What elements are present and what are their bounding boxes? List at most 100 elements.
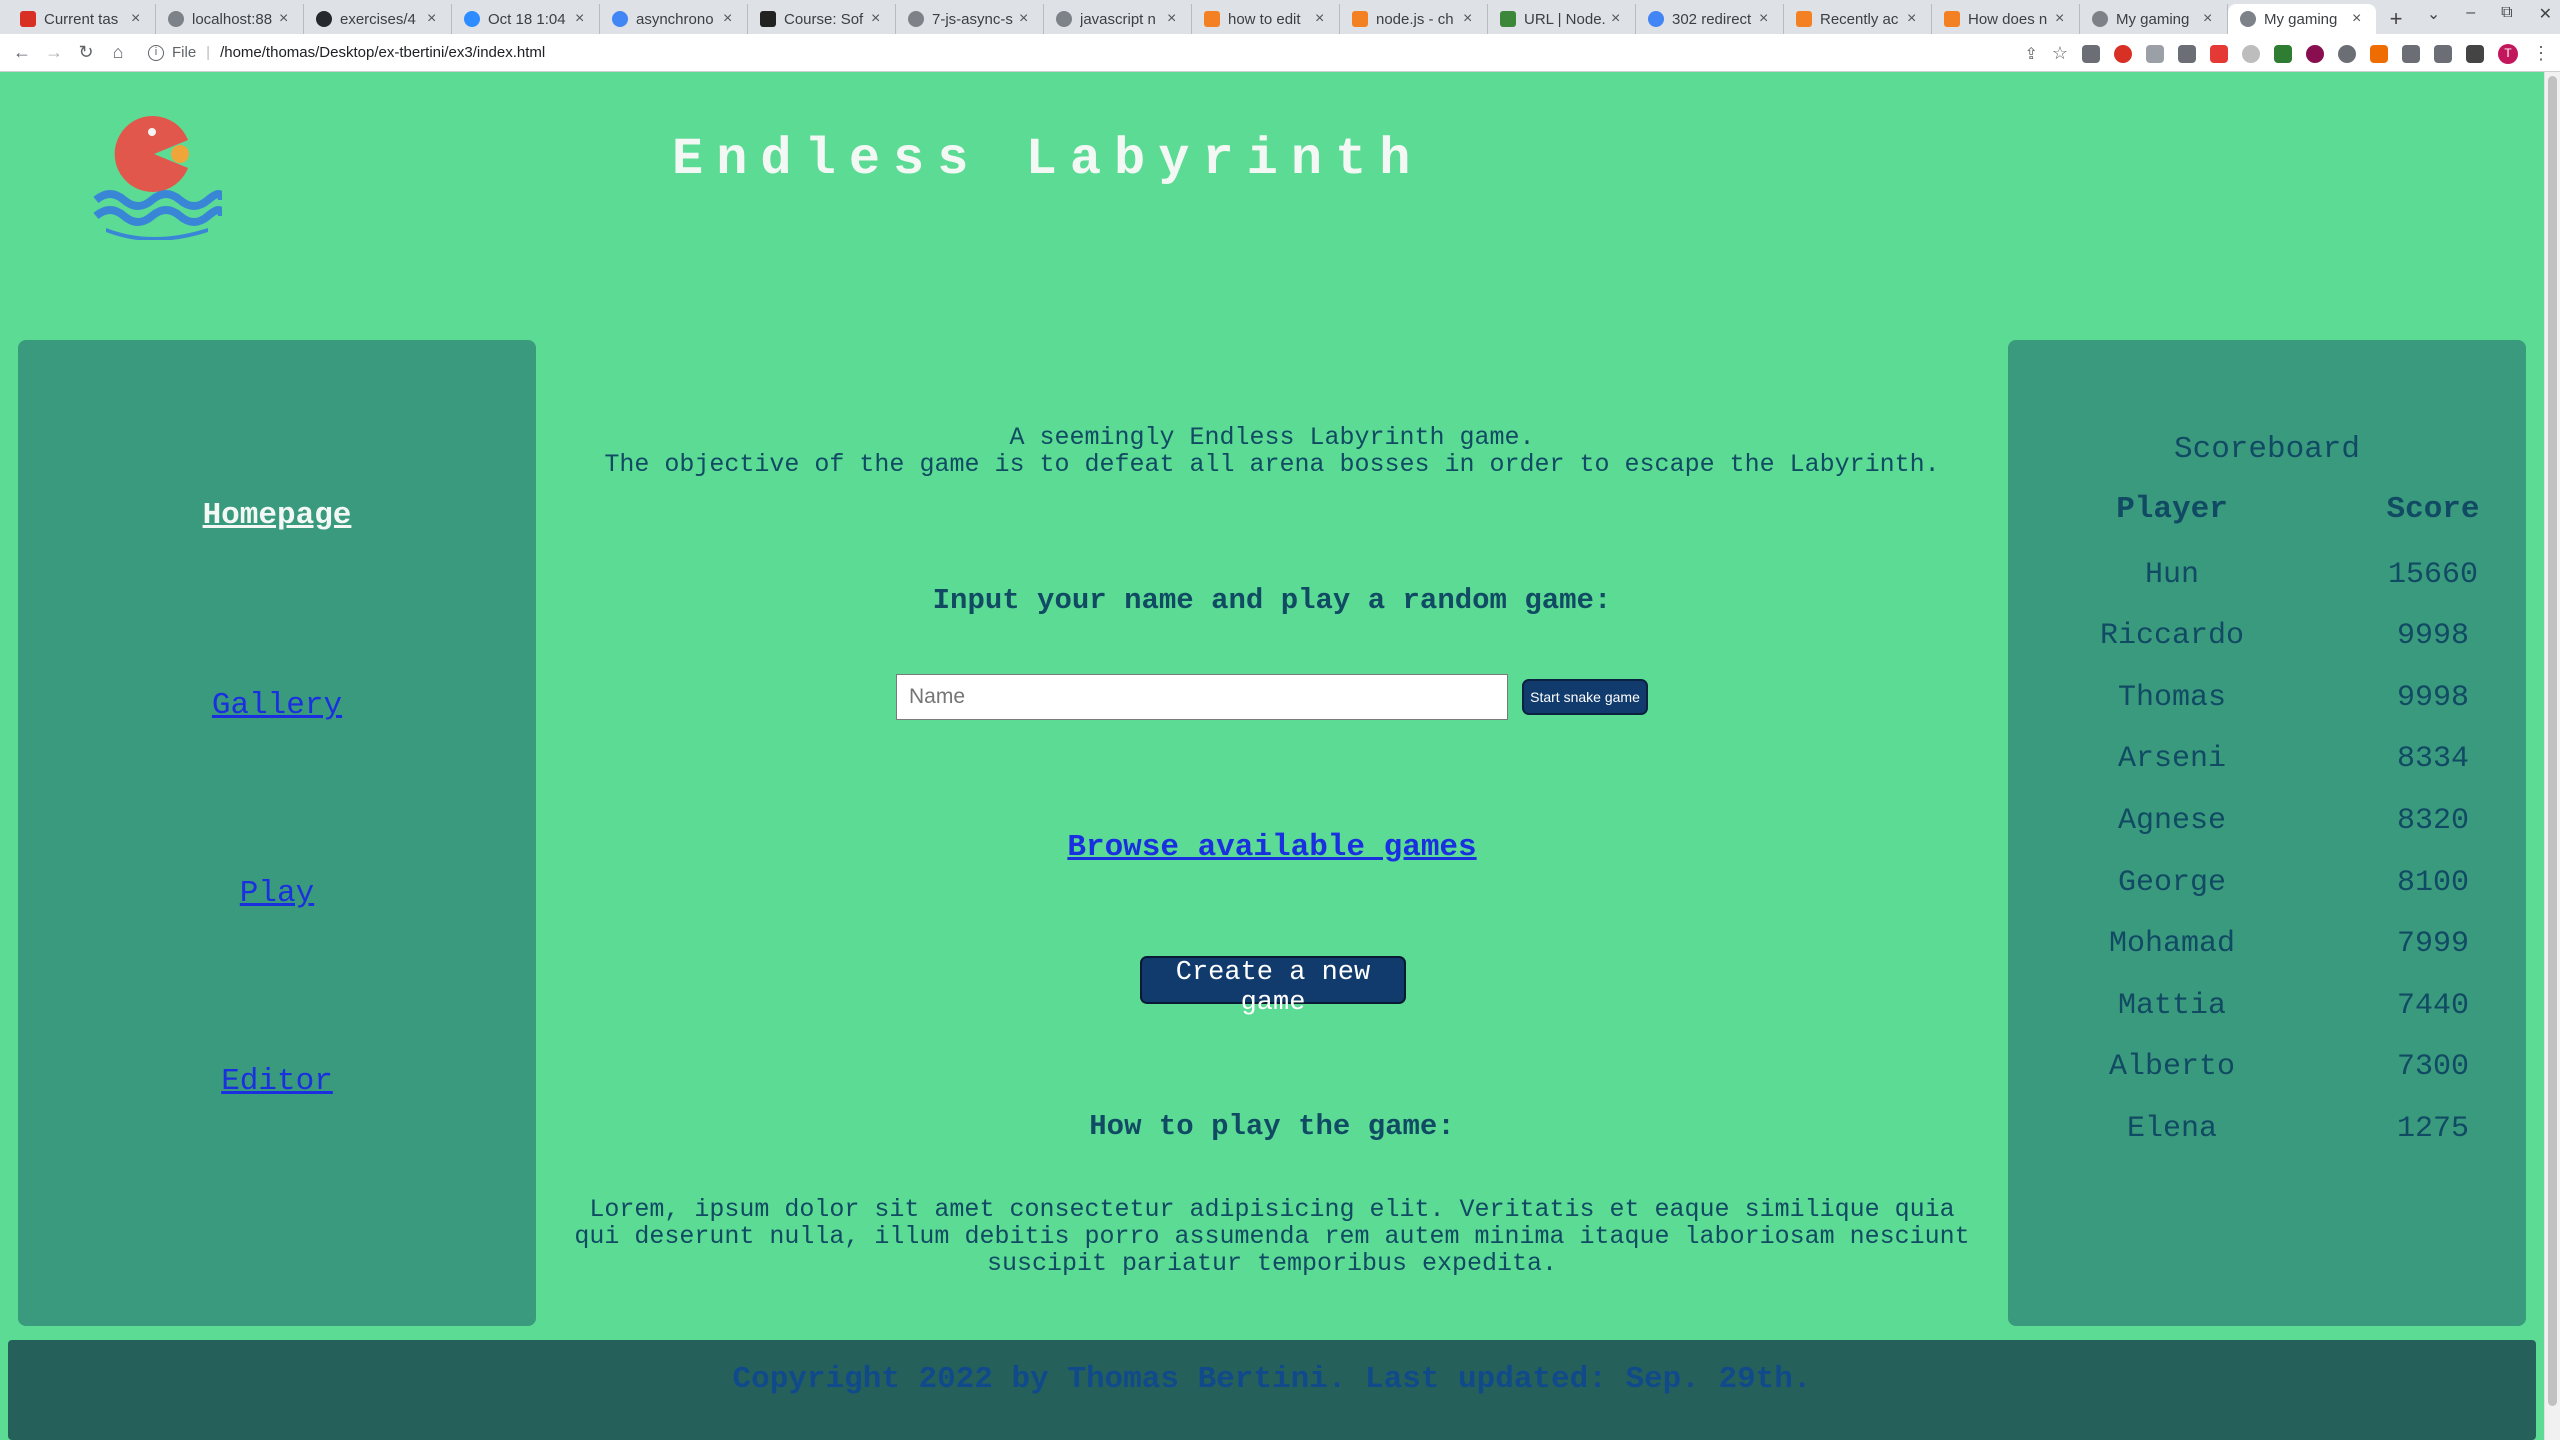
input-heading: Input your name and play a random game: [932, 584, 1612, 617]
player-name: Mattia [2117, 989, 2227, 1023]
extension-icon[interactable] [2338, 44, 2356, 63]
close-icon[interactable]: × [1019, 10, 1033, 28]
minimize-icon[interactable]: – [2466, 4, 2475, 24]
close-icon[interactable]: × [1167, 10, 1181, 28]
table-row: Agnese 8320 [2008, 804, 2526, 844]
extension-icon[interactable] [2370, 44, 2388, 63]
browse-games-link[interactable]: Browse available games [554, 830, 1990, 865]
extension-icon[interactable] [2146, 44, 2164, 63]
globe-icon [2092, 11, 2108, 27]
extension-icon[interactable] [2306, 44, 2324, 63]
close-icon[interactable]: × [1463, 10, 1477, 28]
browser-tab[interactable]: javascript n × [1044, 4, 1192, 34]
player-name: Hun [2144, 558, 2199, 592]
browser-tab[interactable]: URL | Node. × [1488, 4, 1636, 34]
page-scrollbar[interactable] [2544, 72, 2560, 1440]
scoreboard-title: Scoreboard [2173, 432, 2361, 467]
tab-search-icon[interactable]: ⌄ [2427, 4, 2440, 24]
name-input[interactable] [896, 674, 1508, 720]
browser-tab[interactable]: Course: Sof × [748, 4, 896, 34]
browser-tab[interactable]: asynchrono × [600, 4, 748, 34]
scrollbar-thumb[interactable] [2548, 76, 2557, 1406]
sidebar-item-editor[interactable]: Editor [18, 1064, 536, 1099]
extension-icon[interactable] [2242, 44, 2260, 63]
youtube-extension-icon[interactable] [2210, 44, 2228, 63]
tab-label: My gaming [2264, 10, 2338, 28]
puzzle-icon[interactable] [2434, 44, 2452, 63]
forward-icon[interactable]: → [38, 42, 70, 63]
close-icon[interactable]: × [1759, 10, 1773, 28]
bookmark-star-icon[interactable]: ☆ [2052, 43, 2068, 64]
extensions-area: ⇪ ☆ T ⋮ [2024, 43, 2550, 64]
close-icon[interactable]: × [2203, 10, 2217, 28]
browser-tab[interactable]: exercises/4 × [304, 4, 452, 34]
sidebar-item-play[interactable]: Play [18, 876, 536, 911]
back-icon[interactable]: ← [6, 42, 38, 63]
browser-tab[interactable]: how to edit × [1192, 4, 1340, 34]
player-name: Arseni [2117, 742, 2227, 776]
player-score: 7440 [2396, 989, 2469, 1023]
close-icon[interactable]: × [1907, 10, 1921, 28]
browser-tab[interactable]: My gaming × [2080, 4, 2228, 34]
close-icon[interactable]: × [2352, 10, 2366, 28]
create-new-game-button[interactable]: Create a new game [1140, 956, 1406, 1018]
scheme-label: File [172, 44, 197, 61]
close-icon[interactable]: × [279, 10, 293, 28]
restore-icon[interactable]: ⧉ [2501, 4, 2512, 24]
close-icon[interactable]: × [2055, 10, 2069, 28]
globe-icon [2240, 11, 2256, 27]
tab-label: Recently ac [1820, 10, 1899, 28]
score-column-header: Score [2386, 492, 2480, 527]
close-icon[interactable]: × [575, 10, 589, 28]
sidepanel-icon[interactable] [2466, 44, 2484, 63]
stackoverflow-icon [1204, 11, 1220, 27]
close-icon[interactable]: × [1315, 10, 1329, 28]
share-icon[interactable]: ⇪ [2024, 44, 2037, 64]
extension-icon[interactable] [2082, 44, 2100, 63]
globe-icon [908, 11, 924, 27]
player-name: Mohamad [2108, 927, 2236, 961]
player-score: 8320 [2396, 804, 2469, 838]
tab-label: asynchrono [636, 10, 714, 28]
close-icon[interactable]: × [871, 10, 885, 28]
sidebar-nav: Homepage Gallery Play Editor [18, 340, 536, 1326]
extension-icon[interactable] [2402, 44, 2420, 63]
profile-avatar[interactable]: T [2498, 43, 2518, 64]
extension-icon[interactable] [2274, 44, 2292, 63]
close-icon[interactable]: × [427, 10, 441, 28]
browser-tab[interactable]: 7-js-async-s × [896, 4, 1044, 34]
browser-tab[interactable]: Oct 18 1:04 × [452, 4, 600, 34]
browser-tab[interactable]: How does n × [1932, 4, 2080, 34]
stackoverflow-icon [1352, 11, 1368, 27]
extension-icon[interactable] [2178, 44, 2196, 63]
close-icon[interactable]: × [723, 10, 737, 28]
player-name: Agnese [2117, 804, 2227, 838]
close-icon[interactable]: × [131, 10, 145, 28]
tab-label: How does n [1968, 10, 2048, 28]
close-window-icon[interactable]: ✕ [2539, 4, 2552, 24]
copyright-text: Copyright 2022 by Thomas Bertini. Last u… [732, 1362, 1812, 1397]
close-icon[interactable]: × [1611, 10, 1625, 28]
browser-tab[interactable]: localhost:88 × [156, 4, 304, 34]
browser-tab[interactable]: 302 redirect × [1636, 4, 1784, 34]
table-row: Thomas 9998 [2008, 681, 2526, 721]
start-snake-game-button[interactable]: Start snake game [1522, 679, 1648, 715]
sidebar-item-gallery[interactable]: Gallery [18, 688, 536, 723]
player-score: 9998 [2396, 681, 2469, 715]
opera-extension-icon[interactable] [2114, 44, 2132, 63]
address-bar[interactable]: i File | /home/thomas/Desktop/ex-tbertin… [148, 44, 545, 61]
reload-icon[interactable]: ↻ [70, 42, 102, 63]
browser-tab[interactable]: Recently ac × [1784, 4, 1932, 34]
new-tab-button[interactable]: + [2376, 4, 2416, 34]
tab-label: My gaming [2116, 10, 2190, 28]
home-icon[interactable]: ⌂ [102, 42, 134, 63]
browser-tab-active[interactable]: My gaming × [2228, 4, 2376, 34]
table-row: Mohamad 7999 [2008, 927, 2526, 967]
table-row: Mattia 7440 [2008, 989, 2526, 1029]
address-url[interactable]: /home/thomas/Desktop/ex-tbertini/ex3/ind… [220, 44, 545, 61]
info-icon[interactable]: i [148, 44, 164, 61]
sidebar-item-homepage[interactable]: Homepage [18, 498, 536, 533]
browser-tab[interactable]: Current tas × [8, 4, 156, 34]
kebab-menu-icon[interactable]: ⋮ [2532, 43, 2550, 64]
browser-tab[interactable]: node.js - ch × [1340, 4, 1488, 34]
